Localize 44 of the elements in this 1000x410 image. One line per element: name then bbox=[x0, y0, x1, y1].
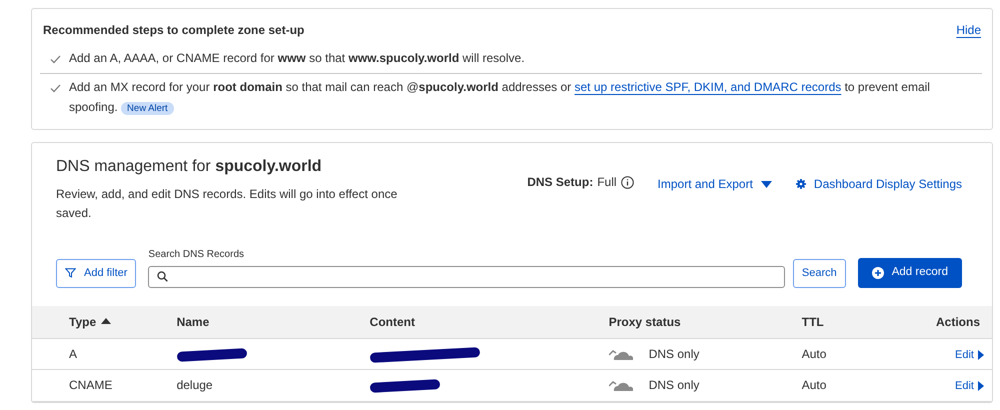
expand-icon bbox=[978, 350, 984, 360]
search-button[interactable]: Search bbox=[792, 259, 846, 288]
add-record-button[interactable]: Add record bbox=[858, 258, 962, 288]
cloud-icon bbox=[608, 348, 633, 360]
edit-link[interactable]: Edit bbox=[955, 378, 984, 395]
search-label: Search DNS Records bbox=[148, 248, 246, 262]
hide-link[interactable]: Hide bbox=[956, 21, 981, 39]
column-header: Proxy status bbox=[608, 314, 681, 329]
add-filter-button[interactable]: Add filter bbox=[56, 259, 136, 288]
edit-link[interactable]: Edit bbox=[955, 346, 984, 364]
setup-value: Full bbox=[597, 174, 617, 192]
record-type: A bbox=[69, 346, 78, 361]
record-type: CNAME bbox=[69, 378, 112, 392]
import-export-dropdown[interactable]: Import and Export bbox=[658, 175, 772, 194]
setup-label: DNS Setup: bbox=[527, 174, 594, 192]
filter-icon bbox=[65, 268, 76, 278]
step-text: Add an MX record for your root domain so that mail can reach @spucoly.world addresses or set up restrictive SPF, DKIM, and DMARC records to prevent email spoofing. New Alert bbox=[69, 78, 931, 117]
check-icon bbox=[50, 84, 61, 93]
ttl-value: Auto bbox=[802, 346, 826, 361]
column-header: TTL bbox=[802, 314, 824, 329]
record-name: deluge bbox=[176, 378, 213, 392]
step-text: Add an A, AAAA, or CNAME record for www so that www.spucoly.world will resolve. bbox=[69, 50, 525, 67]
caret-icon bbox=[760, 180, 772, 188]
display-settings-link[interactable]: Dashboard Display Settings bbox=[796, 175, 962, 194]
expand-icon bbox=[978, 381, 984, 392]
search-icon bbox=[157, 271, 168, 282]
column-header: Actions bbox=[936, 314, 980, 329]
new-alert-badge: New Alert bbox=[121, 102, 174, 115]
spf-link[interactable]: set up restrictive SPF, DKIM, and DMARC records bbox=[574, 80, 842, 94]
plus-icon bbox=[872, 266, 884, 279]
info-icon bbox=[620, 176, 634, 189]
check-icon bbox=[50, 55, 61, 64]
card-title: Recommended steps to complete zone set-up bbox=[43, 22, 304, 39]
column-header[interactable]: Type bbox=[69, 314, 96, 329]
ttl-value: Auto bbox=[802, 378, 826, 392]
search-field[interactable] bbox=[148, 266, 785, 288]
column-header: Content bbox=[370, 314, 415, 329]
cloud-icon bbox=[608, 379, 633, 392]
description: Review, add, and edit DNS records. Edits will go into effect once saved. bbox=[56, 186, 398, 222]
dns-title: DNS management for spucoly.world bbox=[56, 157, 323, 178]
column-header: Name bbox=[176, 314, 210, 329]
proxy-status: DNS only bbox=[648, 377, 700, 394]
proxy-status: DNS only bbox=[648, 346, 700, 363]
gear-icon bbox=[796, 179, 806, 190]
